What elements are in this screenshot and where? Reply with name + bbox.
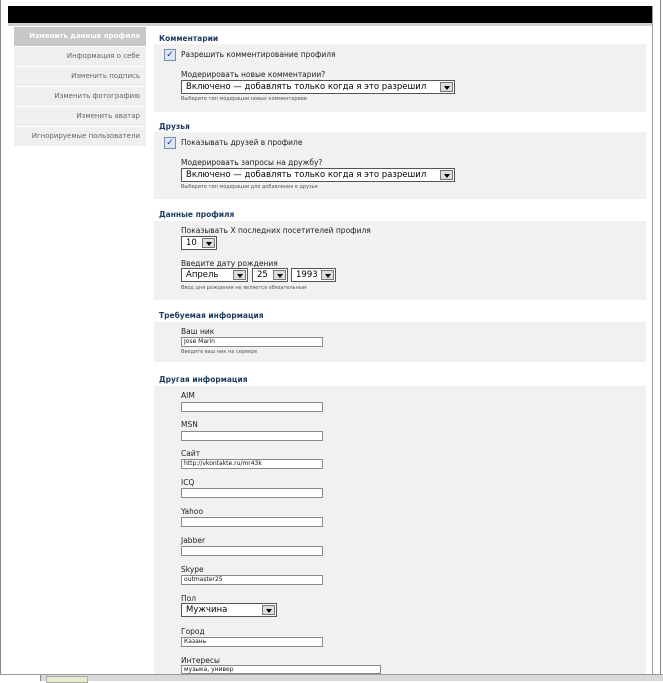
sidebar-item-avatar[interactable]: Изменить аватар [14,107,146,126]
other-section-title: Другая информация [159,375,248,384]
birth-day-select[interactable]: 25 [252,268,288,282]
site-label: Сайт [181,449,201,458]
jabber-input[interactable] [181,546,323,556]
interests-label: Интересы [181,656,220,665]
visitors-count-select[interactable]: 10 [181,236,217,250]
moderate-friends-hint: Выберите тип модерации для добавления в … [181,184,318,190]
city-input[interactable]: Казань [181,637,323,647]
birth-year-value: 1993 [296,270,318,280]
sidebar-item-about[interactable]: Информация о себе [14,47,146,66]
settings-sidebar: Изменить данные профиля Информация о себ… [14,27,146,147]
right-scroll-edge [652,6,653,678]
show-friends-checkbox[interactable]: ✓ [164,137,176,149]
top-header-bar [8,6,652,23]
header-divider [8,23,652,26]
jabber-label: Jabber [181,536,206,545]
site-input[interactable]: http://vkontakte.ru/mr43k [181,459,323,469]
chevron-down-icon [262,605,275,615]
icq-label: ICQ [181,478,195,487]
interests-input[interactable]: музыка, универ [181,665,381,674]
birthdate-hint: Ввод дня рождения не является обязательн… [181,285,307,291]
birthdate-label: Введите дату рождения [181,259,278,268]
chevron-down-icon [273,270,286,280]
nick-input[interactable]: Jose Marin [181,337,323,347]
moderate-friends-label: Модерировать запросы на дружбу? [181,158,323,167]
skype-input[interactable]: outmaster25 [181,575,323,585]
comments-section-title: Комментарии [159,34,219,43]
required-section-title: Требуемая информация [159,311,264,320]
allow-comments-checkbox[interactable]: ✓ [164,49,176,61]
moderate-comments-label: Модерировать новые комментарии? [181,70,326,79]
yahoo-label: Yahoo [181,507,204,516]
aim-input[interactable] [181,402,323,412]
visitors-label: Показывать X последних посетителей профи… [181,226,371,235]
moderate-comments-select[interactable]: Включено — добавлять только когда я это … [181,80,455,94]
moderate-comments-hint: Выберите тип модерации новых комментарие… [181,96,307,102]
aim-label: AIM [181,391,195,400]
birth-day-value: 25 [257,270,268,280]
birth-month-select[interactable]: Апрель [181,268,248,282]
taskbar-start-area[interactable] [0,675,41,681]
gender-label: Пол [181,594,197,603]
nick-hint: Введите ваш ник на сервере [181,349,258,355]
moderate-comments-value: Включено — добавлять только когда я это … [186,82,427,92]
profile-section-title: Данные профиля [159,210,235,219]
visitors-count-value: 10 [186,238,197,248]
chevron-down-icon [233,270,246,280]
sidebar-item-photo[interactable]: Изменить фотографию [14,87,146,106]
city-label: Город [181,627,205,636]
icq-input[interactable] [181,488,323,498]
sidebar-item-ignored-users[interactable]: Игнорируемые пользователи [14,127,146,146]
msn-input[interactable] [181,431,323,441]
friends-section-title: Друзья [159,122,190,131]
nick-label: Ваш ник [181,327,215,336]
moderate-friends-value: Включено — добавлять только когда я это … [186,170,427,180]
sidebar-item-signature[interactable]: Изменить подпись [14,67,146,86]
skype-label: Skype [181,565,204,574]
chevron-down-icon [202,238,215,248]
msn-label: MSN [181,420,198,429]
birth-year-select[interactable]: 1993 [291,268,336,282]
chevron-down-icon [440,82,453,92]
yahoo-input[interactable] [181,517,323,527]
show-friends-label: Показывать друзей в профиле [181,138,303,147]
chevron-down-icon [440,170,453,180]
sidebar-item-edit-profile[interactable]: Изменить данные профиля [14,27,146,46]
moderate-friends-select[interactable]: Включено — добавлять только когда я это … [181,168,455,182]
gender-value: Мужчина [186,605,228,615]
chevron-down-icon [321,270,334,280]
birth-month-value: Апрель [186,270,219,280]
allow-comments-label: Разрешить комментирование профиля [181,50,336,59]
gender-select[interactable]: Мужчина [181,603,277,617]
